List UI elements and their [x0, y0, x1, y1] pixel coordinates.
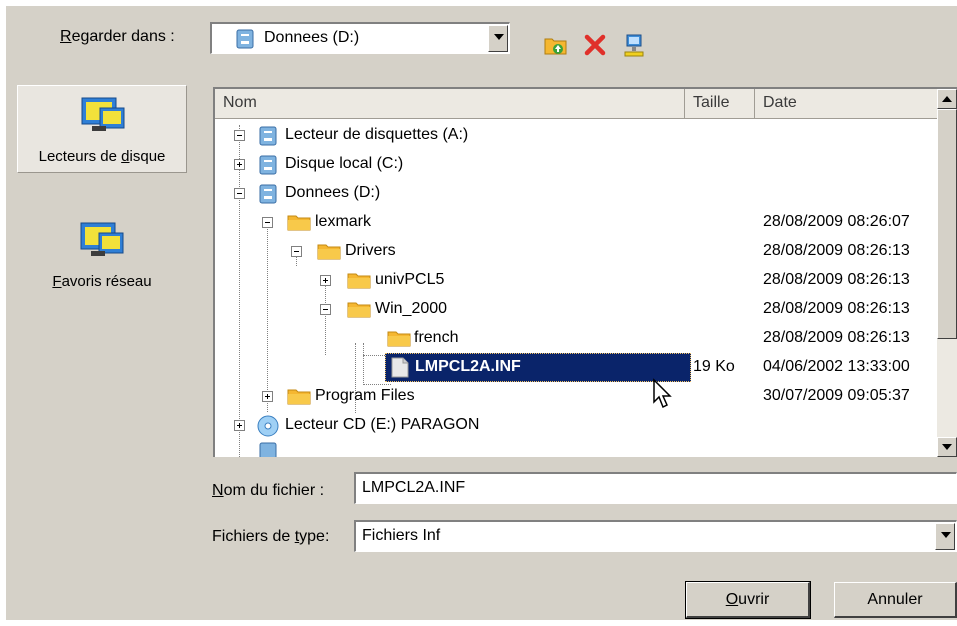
cancel-button[interactable]: Annuler: [834, 582, 957, 618]
filetype-label: Fichiers de type:: [212, 528, 330, 545]
collapse-toggle[interactable]: [234, 188, 245, 199]
folder-up-icon[interactable]: [543, 32, 569, 58]
file-icon: [391, 357, 409, 378]
folder-icon: [387, 331, 411, 347]
hard-drive-icon: [259, 442, 277, 457]
scrollbar-thumb[interactable]: [937, 109, 957, 339]
tree-row-univpcl5[interactable]: univPCL5 28/08/2009 08:26:13: [215, 266, 935, 295]
hard-drive-icon: [259, 155, 277, 175]
open-button[interactable]: Ouvrir: [685, 581, 811, 619]
place-label: Favoris réseau: [52, 273, 152, 290]
column-header-size[interactable]: Taille: [685, 89, 755, 119]
tree-row-date: 04/06/2002 13:33:00: [763, 358, 910, 375]
filetype-combobox[interactable]: Fichiers Inf: [354, 520, 957, 552]
tree-row-date: 28/08/2009 08:26:13: [763, 242, 910, 259]
expand-toggle[interactable]: [320, 275, 331, 286]
tree-row-name: Lecteur CD (E:) PARAGON: [285, 416, 480, 433]
file-tree-list[interactable]: Nom Taille Date Lecteur de disquettes (A…: [213, 87, 957, 457]
tree-row-name: french: [414, 329, 459, 346]
filetype-dropdown-button[interactable]: [935, 523, 955, 550]
network-icon[interactable]: [621, 32, 647, 58]
cd-drive-icon: [257, 415, 279, 437]
collapse-toggle[interactable]: [234, 130, 245, 141]
tree-row-floppy[interactable]: Lecteur de disquettes (A:): [215, 121, 935, 150]
delete-icon[interactable]: [582, 32, 608, 58]
lookin-value: Donnees (D:): [264, 29, 360, 46]
tree-row-date: 28/08/2009 08:26:13: [763, 329, 910, 346]
folder-icon: [287, 215, 311, 231]
tree-row-date: 28/08/2009 08:26:07: [763, 213, 910, 230]
tree-row-french[interactable]: french 28/08/2009 08:26:13: [215, 324, 935, 353]
expand-toggle[interactable]: [234, 159, 245, 170]
tree-row-win2000[interactable]: Win_2000 28/08/2009 08:26:13: [215, 295, 935, 324]
tree-row-date: 28/08/2009 08:26:13: [763, 271, 910, 288]
computer-icon: [81, 97, 125, 131]
scroll-down-button[interactable]: [937, 437, 957, 457]
column-header-date[interactable]: Date: [755, 89, 945, 119]
tree-row-name: LMPCL2A.INF: [415, 358, 521, 375]
tree-row-name: Lecteur de disquettes (A:): [285, 126, 469, 143]
scroll-up-button[interactable]: [937, 89, 957, 109]
tree-row-name: Drivers: [345, 242, 396, 259]
lookin-label: Regarder dans :: [60, 28, 175, 45]
folder-icon: [347, 273, 371, 289]
column-header-name[interactable]: Nom: [215, 89, 685, 119]
file-open-dialog: Regarder dans : Donnees (D:) Lecteurs de…: [6, 6, 957, 620]
filetype-value: Fichiers Inf: [362, 527, 441, 544]
filename-input[interactable]: LMPCL2A.INF: [354, 472, 957, 504]
expand-toggle[interactable]: [234, 420, 245, 431]
tree-row-lmpcl2a[interactable]: LMPCL2A.INF 19 Ko 04/06/2002 13:33:00: [215, 353, 935, 382]
lookin-combobox[interactable]: Donnees (D:): [210, 22, 510, 54]
lookin-dropdown-button[interactable]: [488, 25, 508, 52]
tree-row-name: univPCL5: [375, 271, 445, 288]
network-favorites-icon: [80, 222, 124, 256]
mouse-cursor-icon: [653, 378, 672, 409]
vertical-scrollbar[interactable]: [937, 89, 957, 457]
tree-row-program-files[interactable]: Program Files 30/07/2009 09:05:37: [215, 382, 935, 411]
tree-row-name: Donnees (D:): [285, 184, 381, 201]
hard-drive-icon: [236, 29, 254, 49]
expand-toggle[interactable]: [262, 391, 273, 402]
folder-icon: [317, 244, 341, 260]
collapse-toggle[interactable]: [291, 246, 302, 257]
tree-row-size: 19 Ko: [693, 358, 735, 375]
collapse-toggle[interactable]: [262, 217, 273, 228]
folder-icon: [347, 302, 371, 318]
tree-row-lexmark[interactable]: lexmark 28/08/2009 08:26:07: [215, 208, 935, 237]
tree-row-name: lexmark: [315, 213, 372, 230]
hard-drive-icon: [259, 184, 277, 204]
folder-icon: [287, 389, 311, 405]
places-bar: Lecteurs de disque Favoris réseau: [17, 85, 187, 465]
tree-row-date: 30/07/2009 09:05:37: [763, 387, 910, 404]
filename-value: LMPCL2A.INF: [362, 479, 466, 496]
tree-row-partial: [215, 440, 935, 457]
place-label: Lecteurs de disque: [38, 148, 166, 165]
tree-row-drivers[interactable]: Drivers 28/08/2009 08:26:13: [215, 237, 935, 266]
collapse-toggle[interactable]: [320, 304, 331, 315]
tree-row-date: 28/08/2009 08:26:13: [763, 300, 910, 317]
tree-row-name: Win_2000: [375, 300, 448, 317]
place-network[interactable]: Favoris réseau: [17, 211, 187, 299]
filename-label: Nom du fichier :: [212, 482, 325, 499]
tree-row-donnees[interactable]: Donnees (D:): [215, 179, 935, 208]
floppy-drive-icon: [259, 126, 277, 146]
tree-row-name: Disque local (C:): [285, 155, 404, 172]
tree-row-local-disk[interactable]: Disque local (C:): [215, 150, 935, 179]
tree-row-cd-drive[interactable]: Lecteur CD (E:) PARAGON: [215, 411, 935, 440]
place-disk-drives[interactable]: Lecteurs de disque: [17, 85, 187, 173]
tree-row-name: Program Files: [315, 387, 415, 404]
